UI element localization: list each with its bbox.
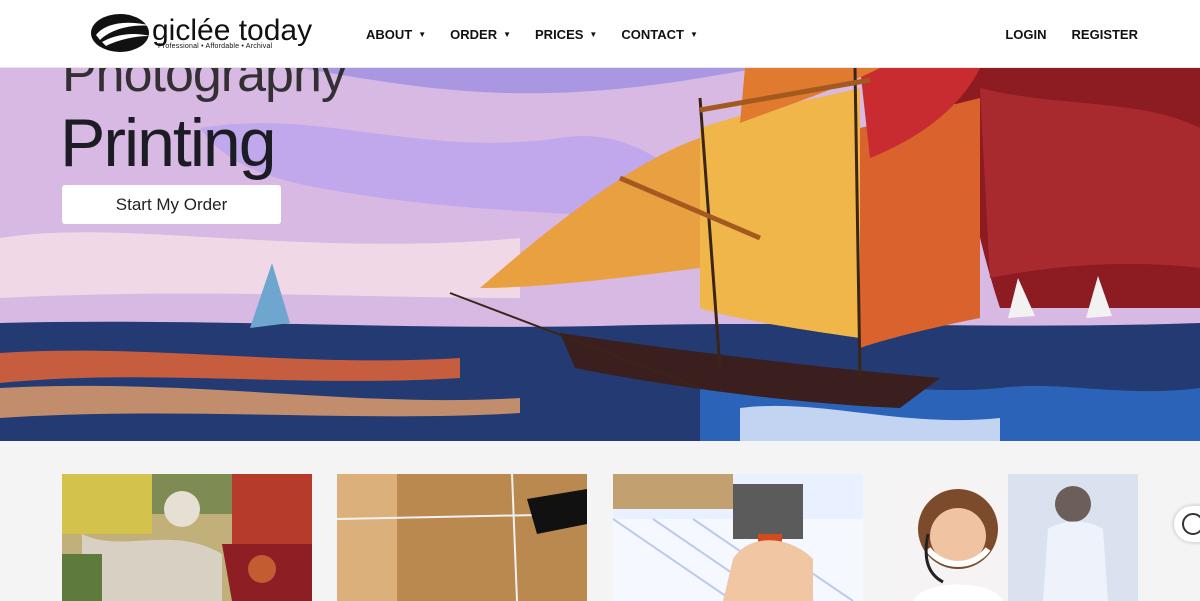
abstract-painting-image	[62, 474, 312, 601]
card-customer-support[interactable]	[888, 474, 1138, 601]
register-link[interactable]: REGISTER	[1072, 27, 1138, 42]
card-framing-hammer[interactable]	[613, 474, 863, 601]
caret-down-icon: ▼	[689, 29, 698, 39]
caret-down-icon: ▼	[503, 29, 512, 39]
chat-icon	[1182, 513, 1200, 535]
main-nav: ABOUT ▼ ORDER ▼ PRICES ▼ CONTACT ▼	[366, 0, 722, 68]
hero-heading-line2: Printing	[60, 105, 277, 181]
nav-order[interactable]: ORDER ▼	[450, 27, 511, 42]
login-link[interactable]: LOGIN	[1005, 27, 1046, 42]
site-logo[interactable]: giclée today Professional • Affordable •…	[90, 10, 312, 58]
auth-links: LOGIN REGISTER	[980, 0, 1138, 68]
site-header: giclée today Professional • Affordable •…	[0, 0, 1200, 68]
kraft-package-image	[337, 474, 587, 601]
nav-about-label: ABOUT	[366, 26, 413, 42]
card-canvas-package[interactable]	[337, 474, 587, 601]
nav-prices-label: PRICES	[535, 26, 584, 42]
start-order-button[interactable]: Start My Order	[62, 185, 281, 224]
feature-cards	[0, 441, 1200, 601]
nav-contact[interactable]: CONTACT ▼	[621, 27, 698, 42]
logo-tagline: Professional • Affordable • Archival	[158, 43, 273, 50]
nav-about[interactable]: ABOUT ▼	[366, 27, 426, 42]
nav-contact-label: CONTACT	[621, 26, 684, 42]
nav-prices[interactable]: PRICES ▼	[535, 27, 597, 42]
hero-heading-line1: Photography	[62, 68, 347, 103]
card-abstract-painting[interactable]	[62, 474, 312, 601]
support-agent-image	[888, 474, 1138, 601]
hero-banner: Photography Printing Start My Order	[0, 68, 1200, 441]
logo-mark-icon	[91, 14, 152, 52]
caret-down-icon: ▼	[418, 29, 427, 39]
hammer-frame-image	[613, 474, 863, 601]
caret-down-icon: ▼	[589, 29, 598, 39]
nav-order-label: ORDER	[450, 26, 498, 42]
